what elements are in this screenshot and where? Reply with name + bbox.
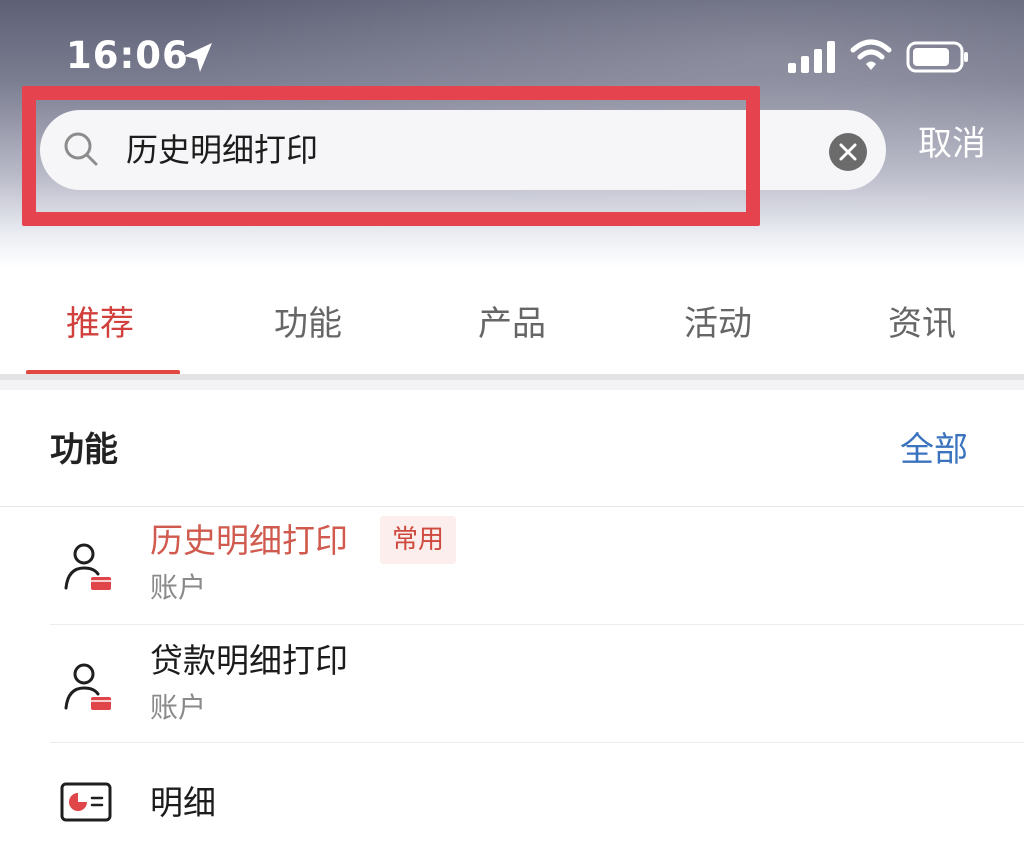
status-bar: 16:06: [0, 0, 1024, 100]
tab-activities[interactable]: 活动: [684, 302, 752, 346]
list-item-title: 明细: [150, 783, 216, 822]
tab-news[interactable]: 资讯: [888, 302, 956, 346]
wifi-icon: [850, 39, 892, 70]
tab-products[interactable]: 产品: [478, 302, 546, 346]
section-title: 功能: [50, 430, 118, 470]
statement-card-icon: [60, 782, 112, 822]
list-item-title: 贷款明细打印: [150, 641, 348, 680]
battery-icon: [906, 41, 968, 73]
section-gap: [0, 380, 1024, 390]
tab-bar: 推荐 功能 产品 活动 资讯: [0, 270, 1024, 376]
status-time: 16:06: [66, 34, 189, 77]
view-all-link[interactable]: 全部: [900, 428, 968, 472]
list-item-title: 历史明细打印: [150, 521, 348, 560]
location-arrow-icon: [184, 43, 212, 72]
tab-recommend[interactable]: 推荐: [66, 302, 134, 346]
user-card-icon: [64, 663, 111, 710]
section-divider: [0, 506, 1024, 507]
highlight-frame: [22, 86, 760, 226]
list-item-subtitle: 账户: [150, 691, 207, 724]
list-item-subtitle: 账户: [150, 571, 207, 604]
user-card-icon: [64, 543, 111, 590]
clear-icon[interactable]: [828, 132, 868, 172]
frequent-badge: 常用: [380, 516, 457, 564]
cancel-button[interactable]: 取消: [918, 122, 986, 166]
row-divider: [50, 742, 1024, 743]
tab-functions[interactable]: 功能: [274, 302, 342, 346]
row-divider: [50, 624, 1024, 625]
signal-icon: [788, 41, 835, 73]
